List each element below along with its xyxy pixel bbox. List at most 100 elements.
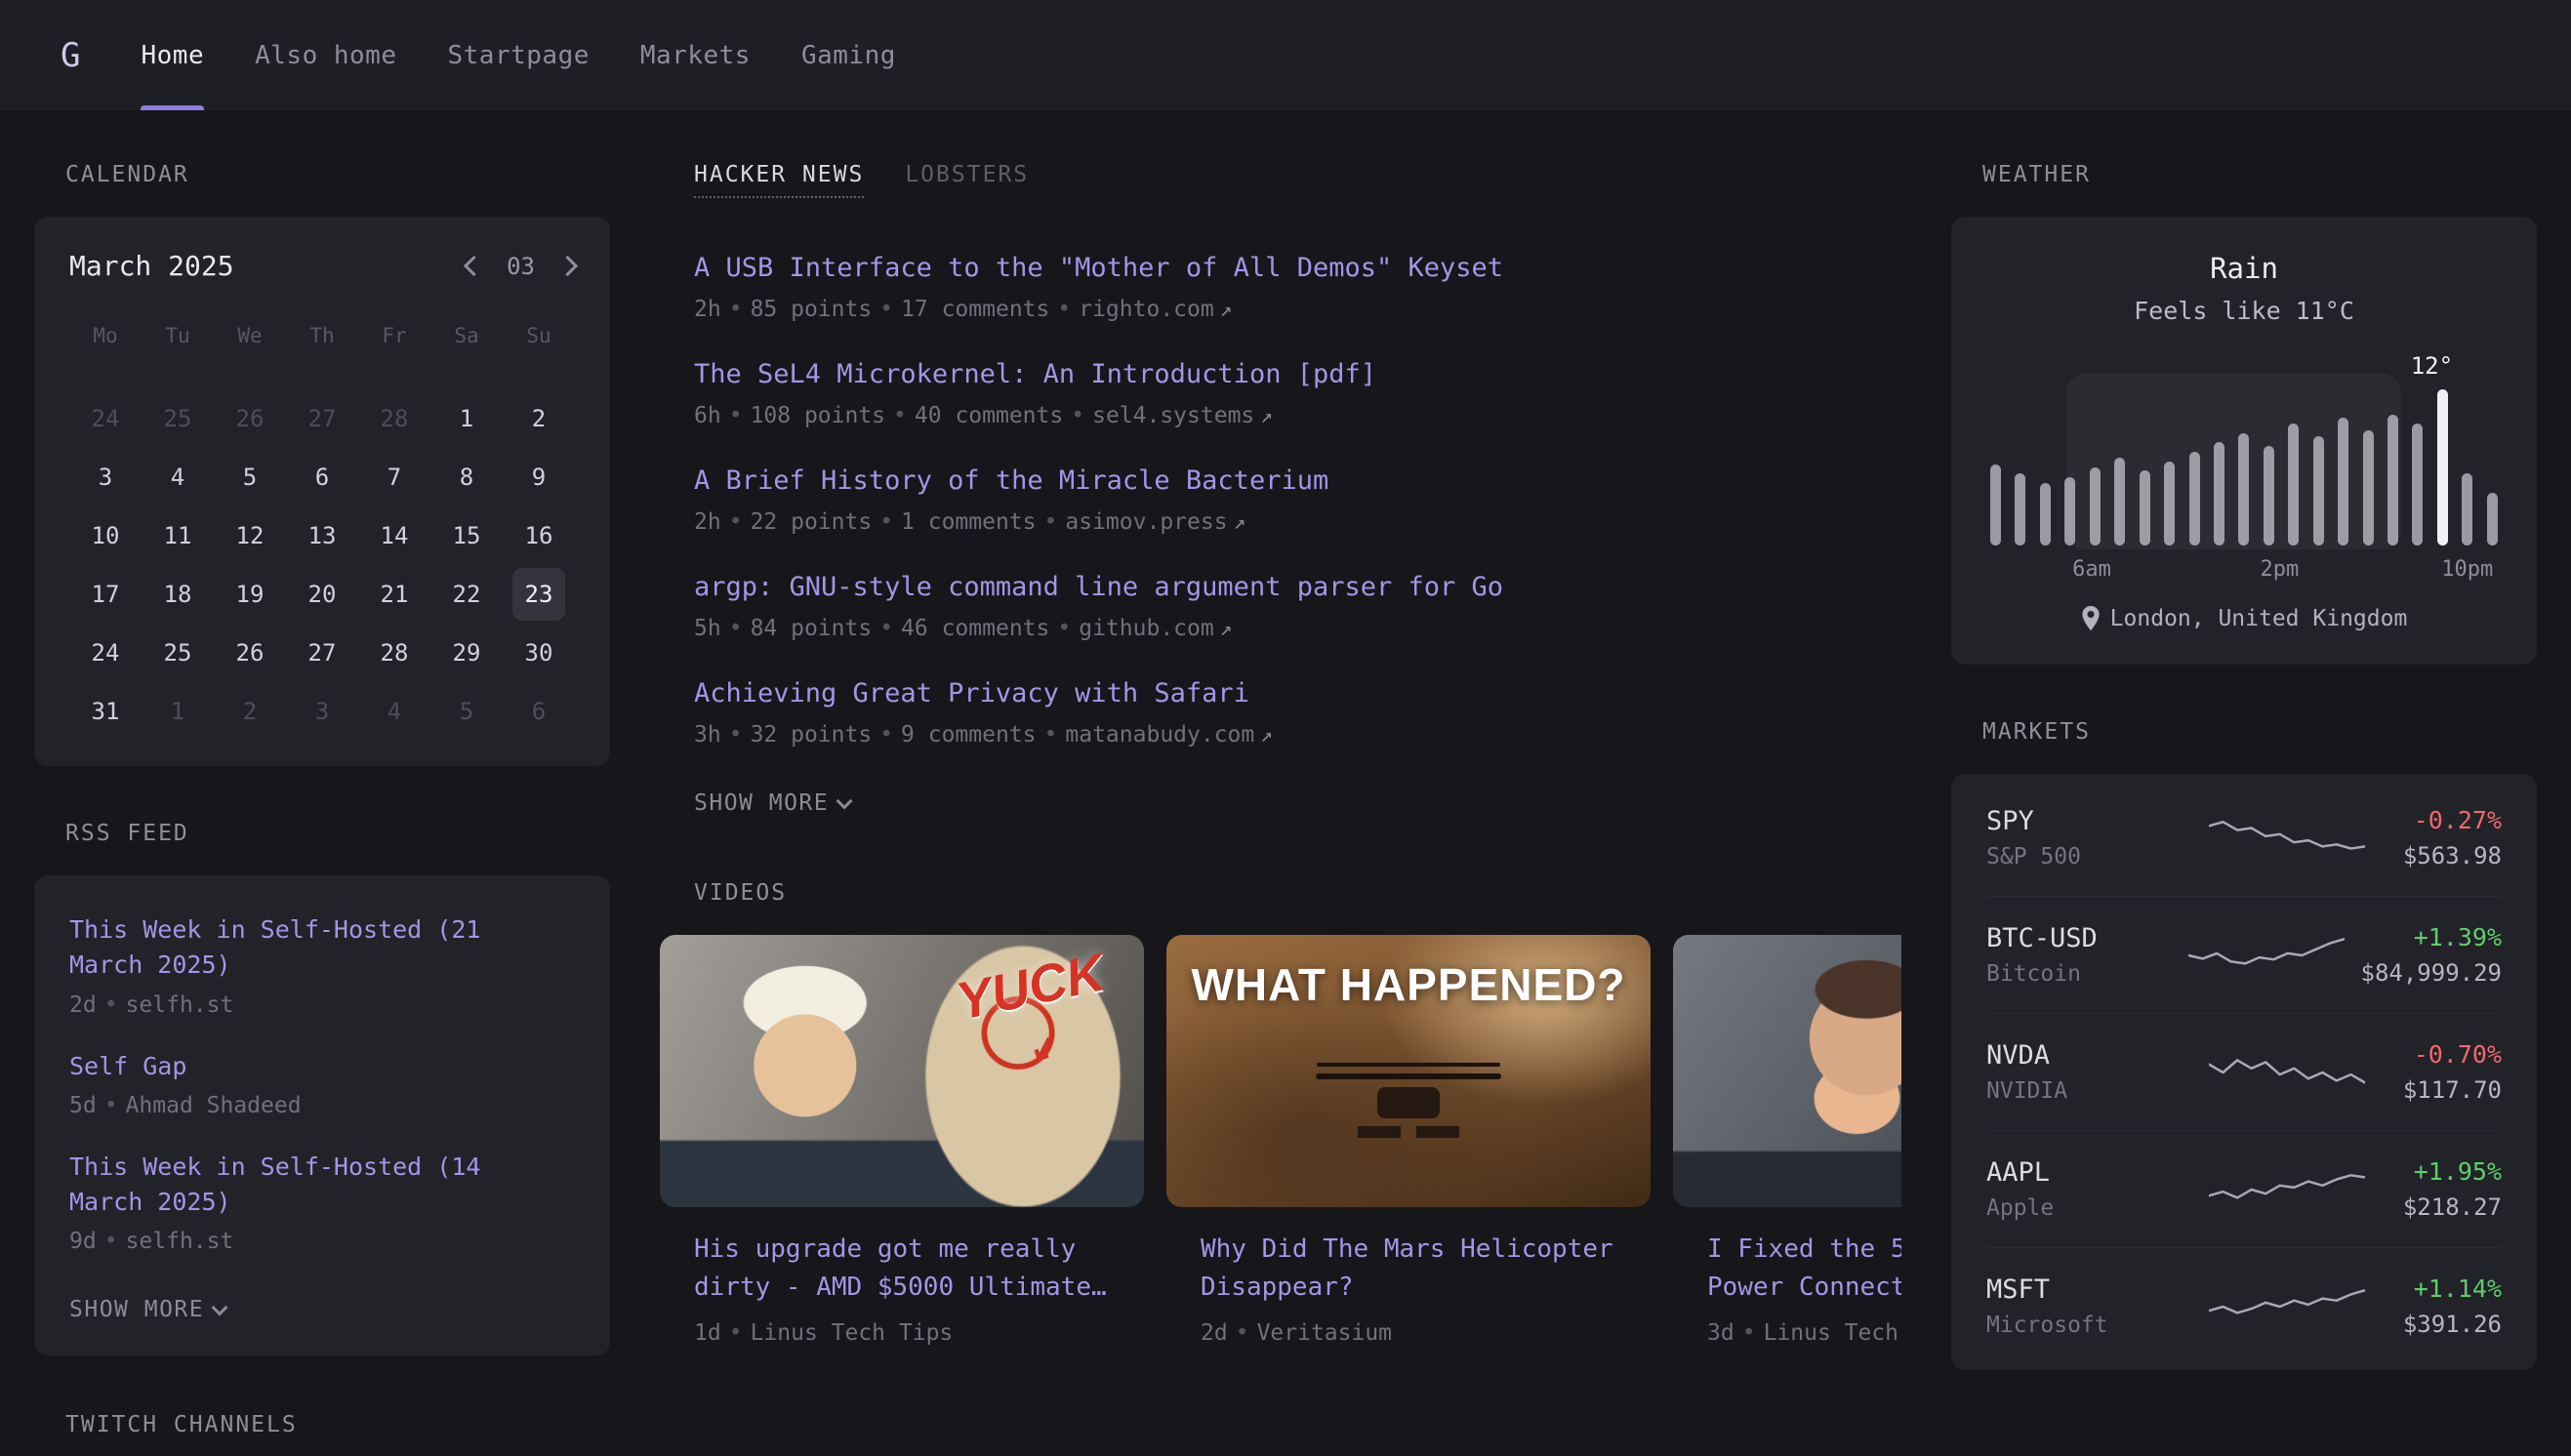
news-item-title[interactable]: argp: GNU-style command line argument pa… xyxy=(694,572,1503,602)
weather-time-label: 10pm xyxy=(2441,557,2493,582)
market-row-spy[interactable]: SPYS&P 500-0.27%$563.98 xyxy=(1986,780,2502,896)
meta-text: 22 points xyxy=(751,509,873,535)
rss-item-title[interactable]: Self Gap xyxy=(69,1049,528,1084)
calendar-next-icon[interactable] xyxy=(557,256,578,276)
news-item-title[interactable]: Achieving Great Privacy with Safari xyxy=(694,678,1249,708)
source-domain-link[interactable]: asimov.press↗ xyxy=(1065,509,1245,535)
item-meta: 5h•84 points•46 comments•github.com↗ xyxy=(694,616,1901,641)
nav-tab-markets[interactable]: Markets xyxy=(640,0,751,110)
weekday-label: Sa xyxy=(430,309,503,362)
bullet-separator: • xyxy=(97,992,126,1018)
calendar-heading: CALENDAR xyxy=(65,162,610,187)
calendar-day: 27 xyxy=(296,627,348,679)
market-sparkline xyxy=(2188,930,2345,981)
video-thumbnail[interactable]: DO T T xyxy=(1673,935,1901,1207)
market-change: +1.14% xyxy=(2403,1274,2502,1303)
video-thumbnail[interactable]: YUCK xyxy=(660,935,1144,1207)
video-card[interactable]: YUCK His upgrade got me really dirty - AM… xyxy=(660,935,1144,1346)
bullet-separator: • xyxy=(97,1093,126,1118)
news-show-more-button[interactable]: SHOW MORE xyxy=(694,790,850,816)
weather-time-label: 6am xyxy=(2072,557,2111,582)
market-row-msft[interactable]: MSFTMicrosoft +1.14%$391.26 xyxy=(1986,1247,2502,1364)
market-right: +1.14%$391.26 xyxy=(2403,1274,2502,1338)
market-name: Bitcoin xyxy=(1986,961,2172,987)
meta-text: 32 points xyxy=(751,722,873,748)
market-left: MSFTMicrosoft xyxy=(1986,1274,2172,1338)
video-thumbnail[interactable]: WHAT HAPPENED? xyxy=(1166,935,1651,1207)
calendar-day-cell: 19 xyxy=(214,565,286,624)
calendar-day-selected: 23 xyxy=(512,568,565,621)
market-row-nvda[interactable]: NVDANVIDIA-0.70%$117.70 xyxy=(1986,1013,2502,1130)
video-title[interactable]: His upgrade got me really dirty - AMD $5… xyxy=(694,1231,1124,1307)
nav-tabs: Home Also home Startpage Markets Gaming xyxy=(141,0,895,110)
calendar-day: 25 xyxy=(151,627,204,679)
nav-tab-also-home[interactable]: Also home xyxy=(255,0,396,110)
weather-heading: WEATHER xyxy=(1982,162,2537,187)
rss-item-title[interactable]: This Week in Self-Hosted (21 March 2025) xyxy=(69,912,528,984)
calendar-day-cell: 5 xyxy=(214,448,286,506)
thumbnail-overlay-text: YUCK xyxy=(952,942,1122,1083)
source-domain-link[interactable]: righto.com↗ xyxy=(1079,297,1232,322)
app-logo[interactable]: G xyxy=(61,0,80,110)
meta-text: 46 comments xyxy=(901,616,1049,641)
news-item-title[interactable]: A Brief History of the Miracle Bacterium xyxy=(694,465,1328,496)
market-right: +1.95%$218.27 xyxy=(2403,1157,2502,1221)
calendar-day-cell: 4 xyxy=(358,682,430,741)
calendar-prev-icon[interactable] xyxy=(464,256,484,276)
meta-text: Veritasium xyxy=(1257,1320,1392,1346)
market-symbol: MSFT xyxy=(1986,1274,2172,1305)
source-domain-link[interactable]: sel4.systems↗ xyxy=(1092,403,1273,428)
source-domain-link[interactable]: matanabudy.com↗ xyxy=(1065,722,1273,748)
rss-item-title[interactable]: This Week in Self-Hosted (14 March 2025) xyxy=(69,1150,528,1221)
video-title[interactable]: Why Did The Mars Helicopter Disappear? xyxy=(1201,1231,1631,1307)
calendar-day-cell: 8 xyxy=(430,448,503,506)
bullet-separator: • xyxy=(872,616,901,641)
calendar-day: 2 xyxy=(224,685,276,738)
calendar-day-cell: 1 xyxy=(430,389,503,448)
item-meta: 5d•Ahmad Shadeed xyxy=(69,1093,575,1118)
video-card[interactable]: DO T TI Fixed the 5… Power Connect…3d•Li… xyxy=(1673,935,1901,1346)
calendar-day: 26 xyxy=(224,392,276,445)
calendar-day-cell: 12 xyxy=(214,506,286,565)
meta-text: selfh.st xyxy=(126,1229,234,1254)
nav-tab-startpage[interactable]: Startpage xyxy=(448,0,590,110)
nav-tab-gaming[interactable]: Gaming xyxy=(801,0,896,110)
market-change: -0.70% xyxy=(2403,1040,2502,1069)
calendar-day-cell: 25 xyxy=(142,389,214,448)
video-title[interactable]: I Fixed the 5… Power Connect… xyxy=(1707,1231,1901,1307)
market-row-btc-usd[interactable]: BTC-USDBitcoin+1.39%$84,999.29 xyxy=(1986,896,2502,1013)
calendar-day: 7 xyxy=(368,451,421,504)
item-meta: 2d•Veritasium xyxy=(1201,1320,1651,1346)
meta-text: 3h xyxy=(694,722,721,748)
calendar-day-cell: 6 xyxy=(503,682,575,741)
nav-tab-home[interactable]: Home xyxy=(141,0,204,110)
bullet-separator: • xyxy=(1037,722,1066,748)
market-row-aapl[interactable]: AAPLApple+1.95%$218.27 xyxy=(1986,1130,2502,1247)
rss-item: Self Gap 5d•Ahmad Shadeed xyxy=(69,1049,575,1118)
news-tab-lobsters[interactable]: LOBSTERS xyxy=(905,162,1029,198)
video-card[interactable]: WHAT HAPPENED? Why Did The Mars Helicopte… xyxy=(1166,935,1651,1346)
calendar-day-cell: 18 xyxy=(142,565,214,624)
market-price: $117.70 xyxy=(2403,1076,2502,1104)
market-sparkline xyxy=(2209,813,2365,864)
source-domain-link[interactable]: github.com↗ xyxy=(1079,616,1232,641)
calendar-weekday-row: MoTuWeThFrSaSu xyxy=(69,309,575,362)
item-meta: 6h•108 points•40 comments•sel4.systems↗ xyxy=(694,403,1901,428)
rss-show-more-button[interactable]: SHOW MORE xyxy=(69,1297,225,1322)
calendar-day-cell: 28 xyxy=(358,624,430,682)
news-item-title[interactable]: A USB Interface to the "Mother of All De… xyxy=(694,253,1503,283)
calendar-day: 20 xyxy=(296,568,348,621)
weather-feels-like: Feels like 11°C xyxy=(1986,297,2502,325)
news-item-title[interactable]: The SeL4 Microkernel: An Introduction [p… xyxy=(694,359,1376,389)
news-item: A Brief History of the Miracle Bacterium… xyxy=(694,465,1901,535)
calendar-day-cell: 24 xyxy=(69,389,142,448)
weather-hour-bar xyxy=(2437,389,2448,546)
calendar-day-cell: 24 xyxy=(69,624,142,682)
meta-text: 3d xyxy=(1707,1320,1734,1346)
weather-hour-bar xyxy=(2288,424,2299,546)
market-price: $563.98 xyxy=(2403,842,2502,870)
weekday-label: Th xyxy=(286,309,358,362)
news-tab-hacker-news[interactable]: HACKER NEWS xyxy=(694,162,864,198)
news-list: A USB Interface to the "Mother of All De… xyxy=(694,253,1901,748)
chevron-down-icon xyxy=(837,793,853,810)
